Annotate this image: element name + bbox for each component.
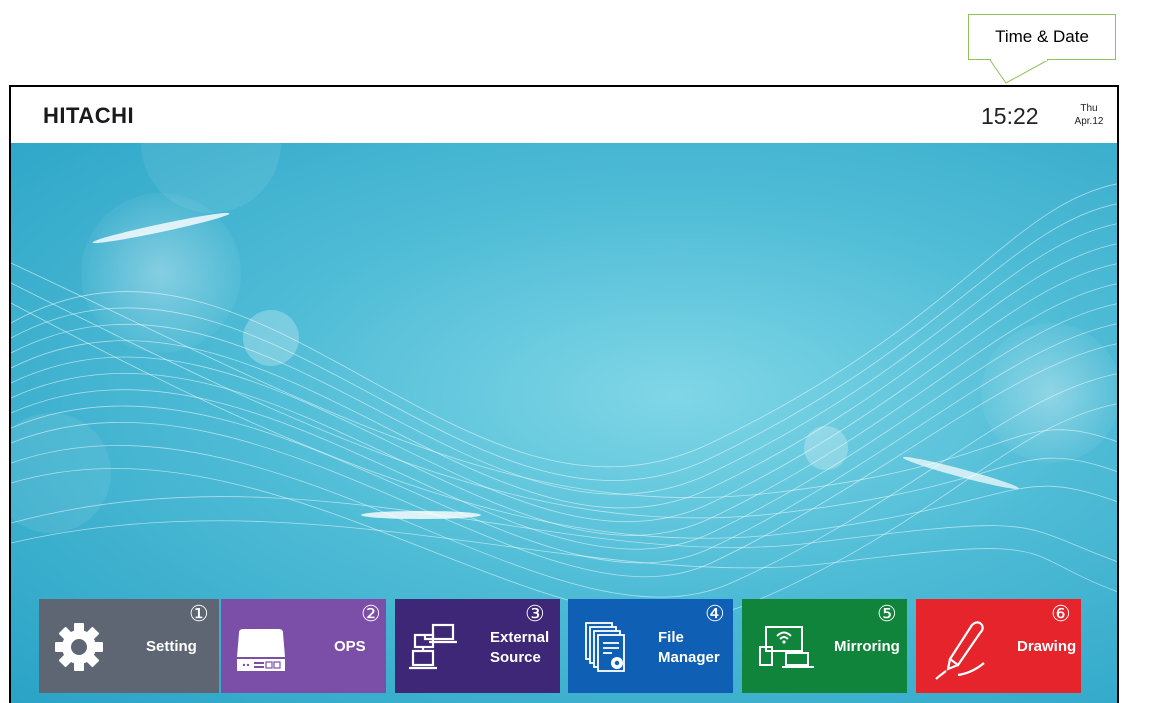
tile-label-line2: Manager <box>658 649 720 666</box>
top-bar: HITACHI 15:22 Thu Apr.12 <box>11 87 1117 143</box>
pen-icon <box>935 621 985 680</box>
ops-tile[interactable]: ② OPS <box>221 599 386 693</box>
tile-label-line1: External <box>490 629 550 646</box>
tile-number: ⑤ <box>877 601 897 626</box>
file-manager-tile[interactable]: ④ File Manager <box>568 599 733 693</box>
gear-icon <box>55 623 103 671</box>
mirroring-tile[interactable]: ⑤ Mirroring <box>742 599 907 693</box>
external-source-icon <box>409 623 457 670</box>
tile-label-line1: File <box>658 629 684 646</box>
tile-label: Setting <box>146 638 197 655</box>
tile-number: ④ <box>705 601 725 626</box>
clock-time: 15:22 <box>981 103 1039 129</box>
display-screen: HITACHI 15:22 Thu Apr.12 ① Setting ② OPS… <box>9 85 1119 703</box>
external-source-tile[interactable]: ③ External Source <box>395 599 560 693</box>
ops-device-icon <box>237 629 285 671</box>
tile-label: OPS <box>334 638 366 655</box>
time-date-callout: Time & Date <box>968 14 1116 60</box>
tile-number: ① <box>189 601 209 626</box>
screen-mirroring-icon <box>759 626 814 668</box>
tile-label: Drawing <box>1017 638 1077 655</box>
tile-number: ⑥ <box>1051 601 1071 626</box>
drawing-tile[interactable]: ⑥ Drawing <box>916 599 1081 693</box>
tile-number: ③ <box>525 601 545 626</box>
callout-text: Time & Date <box>995 27 1089 46</box>
tile-label: Mirroring <box>834 638 900 655</box>
date-label: Apr.12 <box>1074 116 1104 127</box>
brand-logo: HITACHI <box>43 103 135 128</box>
date-display: Thu Apr.12 <box>1069 102 1109 128</box>
tile-number: ② <box>361 601 381 626</box>
day-label: Thu <box>1080 103 1098 114</box>
tile-label-line2: Source <box>490 649 541 666</box>
setting-tile[interactable]: ① Setting <box>39 599 219 693</box>
file-manager-icon <box>585 622 625 672</box>
